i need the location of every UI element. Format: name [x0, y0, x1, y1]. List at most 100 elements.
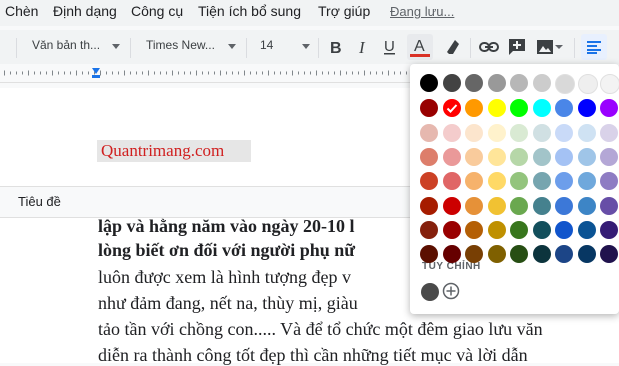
- menu-tools[interactable]: Công cụ: [131, 3, 183, 19]
- color-swatch[interactable]: [442, 245, 461, 263]
- color-swatch[interactable]: [420, 221, 438, 239]
- color-swatch[interactable]: [487, 148, 506, 166]
- color-swatch[interactable]: [532, 245, 551, 263]
- text-color-button[interactable]: A: [407, 34, 433, 60]
- color-swatch[interactable]: [442, 172, 461, 190]
- color-swatch[interactable]: [510, 99, 528, 117]
- color-swatch[interactable]: [555, 124, 573, 142]
- color-swatch[interactable]: [577, 148, 596, 166]
- color-swatch[interactable]: [577, 172, 596, 190]
- color-swatch[interactable]: [442, 197, 461, 215]
- color-swatch[interactable]: [510, 74, 528, 92]
- color-swatch[interactable]: [442, 148, 461, 166]
- color-swatch[interactable]: [532, 124, 551, 142]
- color-swatch[interactable]: [465, 245, 483, 263]
- color-swatch[interactable]: [510, 172, 528, 190]
- color-swatch[interactable]: [577, 124, 596, 142]
- color-swatch[interactable]: [442, 124, 461, 142]
- toolbar-divider: [318, 38, 319, 58]
- color-swatch[interactable]: [420, 172, 438, 190]
- outline-heading-label[interactable]: Tiêu đề: [18, 194, 61, 209]
- align-left-icon: [587, 41, 601, 54]
- color-swatch[interactable]: [487, 221, 506, 239]
- color-swatch[interactable]: [577, 74, 598, 94]
- color-swatch[interactable]: [555, 99, 573, 117]
- color-swatch[interactable]: [487, 172, 506, 190]
- color-swatch[interactable]: [600, 221, 618, 239]
- color-swatch[interactable]: [465, 197, 483, 215]
- color-swatch[interactable]: [510, 148, 528, 166]
- color-swatch[interactable]: [465, 148, 483, 166]
- color-swatch[interactable]: [555, 148, 573, 166]
- color-swatch[interactable]: [420, 99, 438, 117]
- color-swatch[interactable]: [577, 99, 596, 117]
- color-swatch[interactable]: [600, 74, 619, 94]
- color-swatch[interactable]: [465, 99, 483, 117]
- color-swatch[interactable]: [465, 124, 483, 142]
- color-swatch[interactable]: [442, 99, 461, 117]
- menu-insert[interactable]: Chèn: [5, 3, 38, 19]
- bold-button[interactable]: B: [327, 36, 345, 58]
- color-swatch[interactable]: [442, 74, 461, 92]
- custom-color-swatch[interactable]: [421, 283, 439, 301]
- color-swatch[interactable]: [420, 74, 438, 92]
- color-swatch[interactable]: [555, 197, 573, 215]
- menu-format[interactable]: Định dạng: [53, 3, 117, 19]
- italic-button[interactable]: I: [354, 36, 372, 58]
- color-swatch[interactable]: [487, 124, 506, 142]
- color-swatch[interactable]: [600, 197, 618, 215]
- color-swatch[interactable]: [600, 124, 618, 142]
- color-swatch[interactable]: [465, 221, 483, 239]
- insert-image-button[interactable]: [534, 36, 566, 58]
- color-swatch[interactable]: [577, 197, 596, 215]
- align-left-button[interactable]: [581, 34, 607, 60]
- color-swatch[interactable]: [487, 245, 506, 263]
- color-swatch[interactable]: [510, 245, 528, 263]
- document-line: luôn được xem là hình tượng đẹp v: [98, 267, 352, 287]
- comment-add-icon: [509, 39, 525, 55]
- color-swatch[interactable]: [532, 99, 551, 117]
- color-swatch[interactable]: [600, 172, 618, 190]
- color-swatch[interactable]: [600, 245, 618, 263]
- color-swatch[interactable]: [487, 74, 506, 92]
- save-status[interactable]: Đang lưu...: [390, 4, 454, 19]
- color-swatch[interactable]: [487, 99, 506, 117]
- insert-link-button[interactable]: [479, 36, 499, 58]
- color-swatch[interactable]: [510, 197, 528, 215]
- color-swatch[interactable]: [532, 148, 551, 166]
- color-swatch[interactable]: [555, 245, 573, 263]
- color-swatch[interactable]: [577, 245, 596, 263]
- color-swatch[interactable]: [555, 221, 573, 239]
- color-swatch[interactable]: [465, 74, 483, 92]
- color-swatch[interactable]: [420, 197, 438, 215]
- font-dropdown[interactable]: Times New...: [146, 38, 215, 52]
- check-icon: [446, 104, 457, 113]
- color-swatch[interactable]: [555, 74, 575, 94]
- font-size-dropdown[interactable]: 14: [260, 38, 273, 52]
- color-swatch[interactable]: [577, 221, 596, 239]
- toolbar-divider: [16, 38, 17, 58]
- paragraph-style-dropdown[interactable]: Văn bản th...: [32, 38, 100, 52]
- color-swatch[interactable]: [600, 148, 618, 166]
- color-swatch[interactable]: [532, 74, 551, 92]
- color-swatch[interactable]: [510, 221, 528, 239]
- color-swatch[interactable]: [487, 197, 506, 215]
- color-swatch[interactable]: [532, 197, 551, 215]
- color-swatch[interactable]: [532, 221, 551, 239]
- menu-help[interactable]: Trợ giúp: [318, 3, 370, 19]
- svg-text:U: U: [384, 38, 395, 55]
- color-swatch[interactable]: [420, 245, 438, 263]
- color-swatch[interactable]: [532, 172, 551, 190]
- menu-addons[interactable]: Tiện ích bổ sung: [198, 3, 301, 19]
- highlight-color-button[interactable]: [443, 36, 461, 58]
- color-swatch[interactable]: [465, 172, 483, 190]
- color-swatch[interactable]: [420, 148, 438, 166]
- color-swatch[interactable]: [600, 99, 618, 117]
- color-swatch[interactable]: [420, 124, 438, 142]
- color-swatch[interactable]: [555, 172, 573, 190]
- add-comment-button[interactable]: [507, 36, 527, 58]
- add-custom-color-icon[interactable]: [442, 282, 460, 300]
- color-swatch[interactable]: [510, 124, 528, 142]
- underline-button[interactable]: U: [381, 36, 399, 58]
- color-swatch[interactable]: [442, 221, 461, 239]
